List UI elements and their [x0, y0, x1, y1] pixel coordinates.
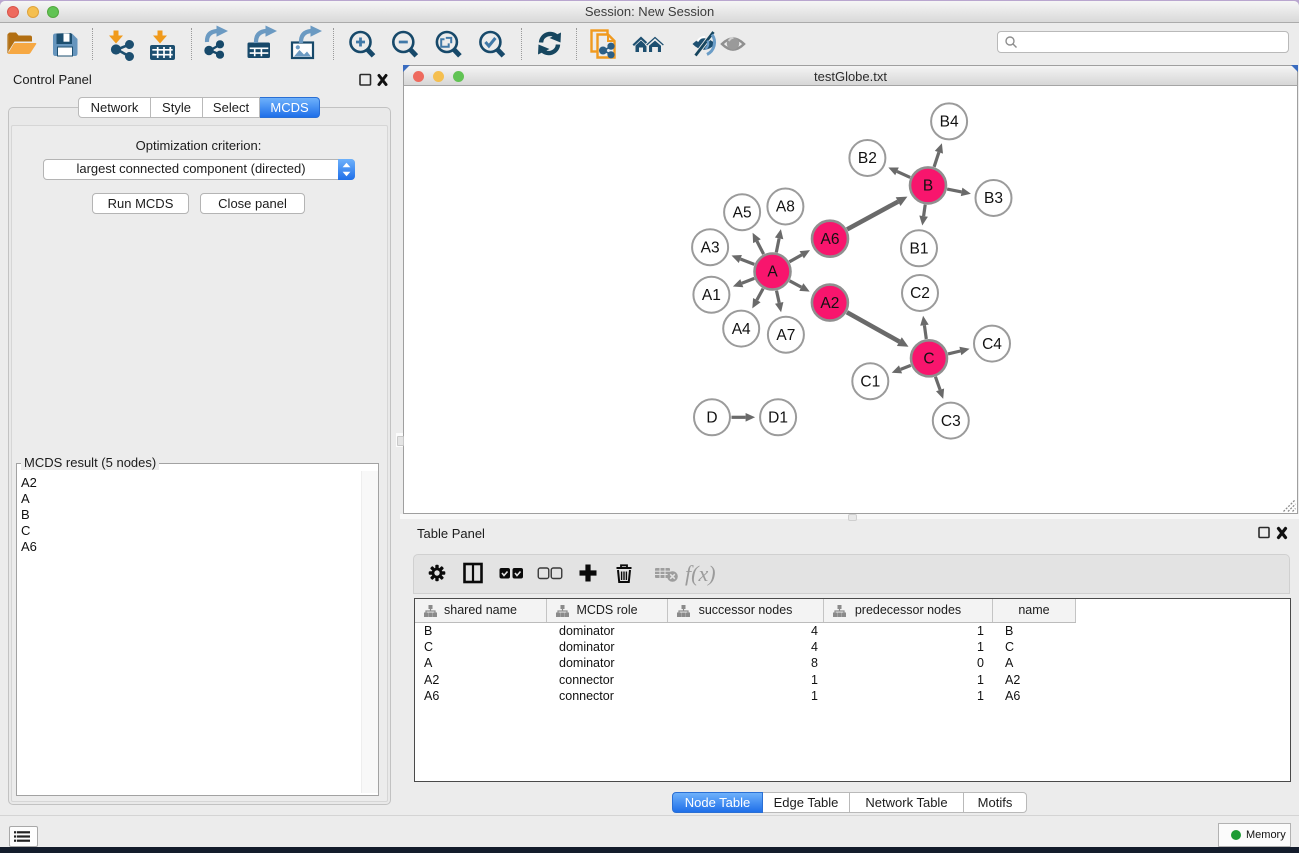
svg-text:C4: C4	[982, 336, 1002, 353]
svg-text:B3: B3	[984, 190, 1003, 207]
svg-text:A6: A6	[821, 231, 840, 248]
svg-text:A5: A5	[733, 204, 752, 221]
svg-text:A: A	[767, 264, 778, 281]
svg-text:A1: A1	[702, 287, 721, 304]
svg-text:A3: A3	[701, 239, 720, 256]
svg-text:B2: B2	[858, 150, 877, 167]
svg-text:B4: B4	[940, 114, 959, 131]
svg-text:A8: A8	[776, 199, 795, 216]
svg-text:C3: C3	[941, 413, 961, 430]
svg-text:f(x): f(x)	[685, 561, 716, 586]
svg-text:B: B	[923, 178, 933, 195]
svg-text:D: D	[706, 410, 717, 427]
svg-text:A7: A7	[776, 327, 795, 344]
svg-text:B1: B1	[910, 241, 929, 258]
svg-text:C2: C2	[910, 285, 930, 302]
svg-text:C: C	[923, 351, 934, 368]
svg-text:C1: C1	[860, 373, 880, 390]
svg-text:A2: A2	[820, 295, 839, 312]
svg-text:D1: D1	[768, 410, 788, 427]
svg-text:A4: A4	[732, 321, 751, 338]
